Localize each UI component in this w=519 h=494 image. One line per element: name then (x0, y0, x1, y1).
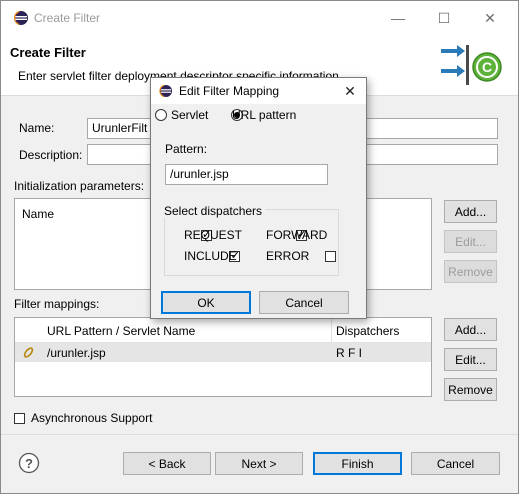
url-pattern-radio-label: URL pattern (232, 108, 297, 122)
eclipse-icon (13, 10, 28, 26)
header-divider (331, 318, 332, 342)
svg-text:C: C (482, 59, 492, 75)
servlet-radio-label: Servlet (171, 108, 209, 122)
title-bar: Create Filter — ☐ ✕ (1, 1, 518, 35)
help-icon[interactable]: ? (18, 452, 40, 474)
init-add-button[interactable]: Add... (444, 200, 497, 223)
mapping-row-icon (23, 347, 34, 358)
filter-mappings-table[interactable]: URL Pattern / Servlet Name Dispatchers /… (14, 317, 432, 397)
mapping-add-button[interactable]: Add... (444, 318, 497, 341)
back-button[interactable]: < Back (123, 452, 211, 475)
wizard-filter-icon: C (441, 45, 502, 85)
row-pattern: /urunler.jsp (47, 346, 106, 360)
filter-mappings-label: Filter mappings: (14, 297, 100, 311)
mapping-edit-button[interactable]: Edit... (444, 348, 497, 371)
svg-text:?: ? (25, 456, 33, 471)
pattern-label: Pattern: (165, 142, 208, 156)
mappings-header-row: URL Pattern / Servlet Name Dispatchers (15, 318, 431, 343)
init-remove-button[interactable]: Remove (444, 260, 497, 283)
request-label: REQUEST (184, 228, 243, 242)
minimize-button[interactable]: — (381, 4, 415, 32)
close-button[interactable]: ✕ (473, 4, 507, 32)
dialog-title: Edit Filter Mapping (179, 84, 280, 98)
forward-label: FORWARD (266, 228, 328, 242)
include-label: INCLUDE (184, 249, 237, 263)
servlet-radio[interactable] (155, 109, 167, 121)
ok-button[interactable]: OK (161, 291, 251, 314)
window-title: Create Filter (34, 11, 101, 25)
async-label: Asynchronous Support (31, 411, 153, 425)
name-label: Name: (19, 121, 55, 135)
init-params-name-header: Name (22, 207, 55, 221)
edit-filter-mapping-dialog: Edit Filter Mapping ✕ Servlet URL patter… (150, 77, 367, 319)
error-label: ERROR (266, 249, 310, 263)
async-checkbox[interactable] (14, 413, 25, 424)
eclipse-icon (159, 84, 172, 98)
table-row[interactable]: /urunler.jsp R F I (15, 343, 431, 362)
next-button[interactable]: Next > (215, 452, 303, 475)
banner-heading: Create Filter (10, 45, 86, 60)
finish-button[interactable]: Finish (313, 452, 402, 475)
dialog-title-bar: Edit Filter Mapping ✕ (151, 78, 366, 104)
pattern-field[interactable]: /urunler.jsp (165, 164, 328, 185)
init-params-label: Initialization parameters: (14, 179, 145, 193)
error-checkbox[interactable] (324, 251, 336, 262)
maximize-button[interactable]: ☐ (427, 4, 461, 32)
mappings-dispatchers-header: Dispatchers (336, 324, 400, 338)
dispatchers-group (164, 209, 339, 276)
dialog-close-button[interactable]: ✕ (335, 78, 365, 104)
footer-divider (1, 434, 518, 435)
init-edit-button[interactable]: Edit... (444, 230, 497, 253)
row-dispatchers: R F I (336, 346, 362, 360)
dialog-cancel-button[interactable]: Cancel (259, 291, 349, 314)
mapping-remove-button[interactable]: Remove (444, 378, 497, 401)
dispatchers-group-label: Select dispatchers (164, 204, 266, 218)
description-label: Description: (19, 148, 83, 162)
mappings-pattern-header: URL Pattern / Servlet Name (47, 324, 196, 338)
cancel-button[interactable]: Cancel (411, 452, 500, 475)
